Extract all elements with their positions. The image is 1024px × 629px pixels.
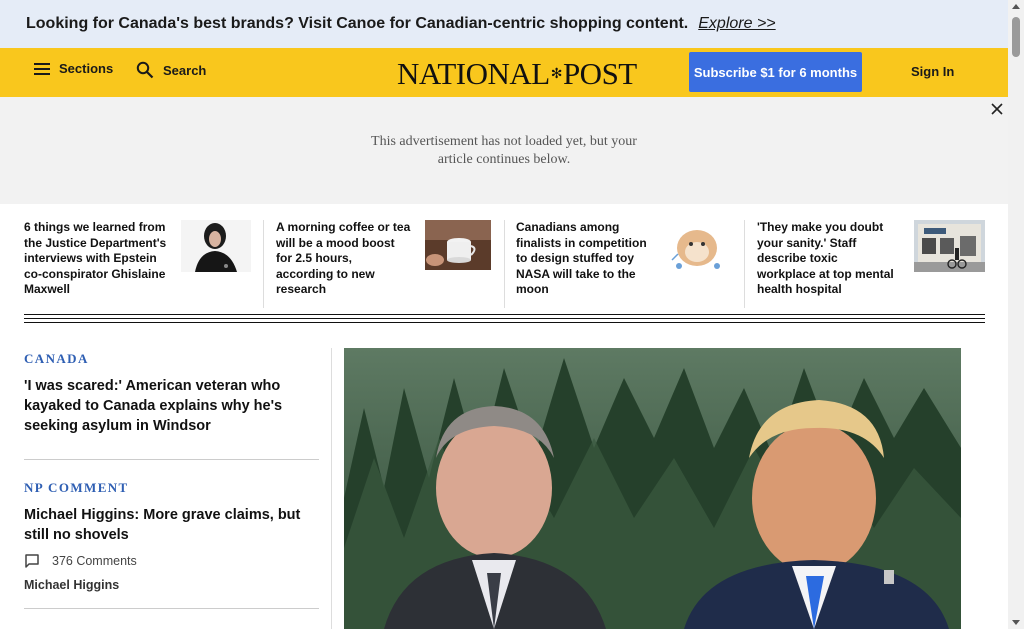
plush-toy-thumbnail bbox=[667, 220, 727, 272]
building-photo-thumbnail bbox=[914, 220, 985, 272]
section-rule bbox=[24, 318, 985, 319]
coffee-cup-thumbnail bbox=[425, 220, 491, 270]
search-button[interactable]: Search bbox=[136, 61, 206, 79]
story-headline[interactable]: 'I was scared:' American veteran who kay… bbox=[24, 376, 319, 436]
site-header: Sections Search NATIONAL✻POST Subscribe … bbox=[0, 48, 1008, 97]
logo-word-national: NATIONAL bbox=[397, 56, 550, 91]
hamburger-menu-icon bbox=[34, 62, 50, 75]
strip-story[interactable]: A morning coffee or tea will be a mood b… bbox=[276, 220, 492, 308]
strip-divider bbox=[263, 220, 264, 308]
subscribe-button[interactable]: Subscribe $1 for 6 months bbox=[689, 52, 862, 92]
left-story-column: CANADA 'I was scared:' American veteran … bbox=[24, 348, 319, 609]
story-card: NP COMMENT Michael Higgins: More grave c… bbox=[24, 460, 319, 608]
story-card: CANADA 'I was scared:' American veteran … bbox=[24, 348, 319, 459]
scroll-down-arrow-icon[interactable] bbox=[1012, 620, 1020, 625]
comments-link[interactable]: 376 Comments bbox=[24, 553, 319, 569]
scrollbar-thumb[interactable] bbox=[1012, 17, 1020, 57]
story-separator bbox=[24, 608, 319, 609]
search-label: Search bbox=[163, 62, 207, 78]
promo-explore-link[interactable]: Explore >> bbox=[698, 15, 775, 33]
hero-photo[interactable] bbox=[344, 348, 961, 629]
strip-story-title: Canadians among finalists in competition… bbox=[516, 220, 647, 297]
portrait-photo-thumbnail bbox=[181, 220, 251, 272]
story-headline[interactable]: Michael Higgins: More grave claims, but … bbox=[24, 505, 319, 545]
strip-story-title: 6 things we learned from the Justice Dep… bbox=[24, 220, 167, 297]
page: Looking for Canada's best brands? Visit … bbox=[0, 0, 1008, 629]
maple-leaf-icon: ✻ bbox=[550, 67, 563, 82]
author-name[interactable]: Michael Higgins bbox=[24, 578, 319, 592]
sign-in-link[interactable]: Sign In bbox=[911, 64, 954, 79]
search-icon bbox=[136, 61, 154, 79]
ad-placeholder: This advertisement has not loaded yet, b… bbox=[0, 97, 1008, 204]
section-kicker[interactable]: CANADA bbox=[24, 348, 319, 367]
ad-notice-line1: This advertisement has not loaded yet, b… bbox=[371, 134, 637, 149]
ad-notice-line2: article continues below. bbox=[437, 152, 571, 167]
strip-story-title: A morning coffee or tea will be a mood b… bbox=[276, 220, 411, 297]
promo-text: Looking for Canada's best brands? Visit … bbox=[26, 15, 689, 32]
comments-count: 376 Comments bbox=[52, 554, 137, 568]
scroll-up-arrow-icon[interactable] bbox=[1012, 4, 1020, 9]
strip-divider bbox=[744, 220, 745, 308]
sections-label: Sections bbox=[59, 61, 114, 76]
ad-notice: This advertisement has not loaded yet, b… bbox=[0, 133, 1008, 169]
comment-icon bbox=[25, 554, 39, 568]
strip-divider bbox=[504, 220, 505, 308]
strip-story[interactable]: 6 things we learned from the Justice Dep… bbox=[24, 220, 252, 308]
section-kicker[interactable]: NP COMMENT bbox=[24, 480, 319, 496]
strip-story[interactable]: 'They make you doubt your sanity.' Staff… bbox=[757, 220, 985, 308]
national-post-logo[interactable]: NATIONAL✻POST bbox=[397, 56, 637, 92]
sections-button[interactable]: Sections bbox=[34, 61, 113, 76]
logo-word-post: POST bbox=[562, 56, 637, 91]
promo-banner: Looking for Canada's best brands? Visit … bbox=[0, 0, 1008, 48]
close-icon[interactable] bbox=[989, 101, 1005, 117]
vertical-scrollbar[interactable] bbox=[1008, 0, 1024, 629]
section-rule bbox=[24, 322, 985, 323]
column-divider bbox=[331, 348, 332, 629]
strip-story-title: 'They make you doubt your sanity.' Staff… bbox=[757, 220, 894, 297]
section-rule bbox=[24, 314, 985, 315]
strip-story[interactable]: Canadians among finalists in competition… bbox=[516, 220, 728, 308]
